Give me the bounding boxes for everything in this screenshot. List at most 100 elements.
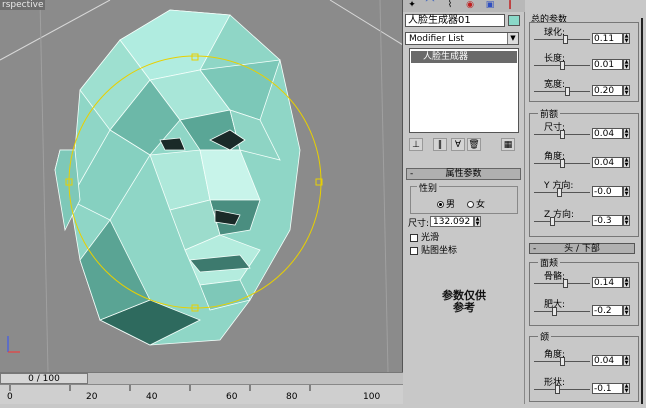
param-spinner[interactable]: ▲ ▼ — [623, 85, 630, 96]
modifier-list-dropdown[interactable]: Modifier List ▼ — [405, 32, 519, 45]
size-spinner[interactable]: ▲ ▼ — [474, 216, 481, 227]
ruler-tick-label: 0 — [7, 392, 13, 402]
param-label: Z 方向: — [544, 210, 575, 220]
param-spinner[interactable]: ▲ ▼ — [623, 157, 630, 168]
perspective-viewport[interactable]: rspective — [0, 0, 403, 372]
face-mesh — [54, 9, 301, 346]
pin-stack-icon[interactable]: ⊥ — [409, 138, 423, 151]
param-spinner[interactable]: ▲ ▼ — [623, 186, 630, 197]
param-spinner[interactable]: ▲ ▼ — [623, 355, 630, 366]
param-slider[interactable] — [534, 188, 590, 197]
slider-thumb[interactable] — [552, 307, 558, 316]
param-value-field[interactable]: 0.04 — [592, 128, 623, 139]
timeline-ruler[interactable]: 0 20 40 60 80 100 — [0, 384, 403, 404]
param-value-field[interactable]: 0.20 — [592, 85, 623, 96]
object-name-field[interactable]: 人脸生成器01 — [405, 14, 505, 27]
param-value-field[interactable]: 0.04 — [592, 355, 623, 366]
param-spinner[interactable]: ▲ ▼ — [623, 215, 630, 226]
slider-thumb[interactable] — [560, 61, 565, 70]
param-value-field[interactable]: 0.04 — [592, 157, 623, 168]
param-slider[interactable] — [534, 279, 590, 288]
param-slider[interactable] — [534, 217, 590, 226]
time-slider-bar[interactable]: 0 / 100 — [0, 372, 403, 384]
ruler-ticks — [9, 385, 311, 391]
param-value-field[interactable]: 0.14 — [592, 277, 623, 288]
motion-tab-icon[interactable]: ◉ — [463, 0, 477, 11]
head-lower-rollout-header[interactable]: - 头 / 下部 — [529, 243, 635, 254]
slider-thumb[interactable] — [562, 279, 568, 288]
smooth-checkbox[interactable]: 光滑 — [410, 230, 520, 243]
param-spinner[interactable]: ▲ ▼ — [623, 128, 630, 139]
time-slider-thumb[interactable]: 0 / 100 — [0, 373, 88, 384]
size-field[interactable]: 132.092 — [430, 216, 474, 227]
param-slider[interactable] — [534, 385, 590, 394]
forehead-title: 前额 — [538, 107, 561, 120]
param-value-field[interactable]: -0.3 — [592, 215, 623, 226]
stack-item[interactable]: 人脸生成器 — [411, 51, 517, 63]
ruler-tick-label: 40 — [146, 392, 158, 402]
map-coords-checkbox[interactable]: 贴图坐标 — [410, 243, 520, 256]
note-line: 参数仅供 参考 — [442, 289, 486, 314]
ruler-tick-label: 100 — [363, 392, 381, 402]
param-spinner[interactable]: ▲ ▼ — [623, 383, 630, 394]
panel-scrollbar[interactable] — [641, 18, 643, 404]
param-row: 长度: 0.01 ▲ ▼ — [530, 51, 640, 75]
cheek-group: 面颊 骨骼: 0.14 ▲ ▼ 肥大: -0.2 ▲ ▼ — [529, 256, 640, 326]
gender-female-radio[interactable]: 女 — [467, 197, 485, 210]
param-slider[interactable] — [534, 357, 590, 366]
param-value-field[interactable]: -0.0 — [592, 186, 623, 197]
note-text: 参数仅供 参考 — [409, 290, 519, 314]
smooth-label: 光滑 — [421, 233, 440, 243]
display-tab-icon[interactable]: ▣ — [483, 0, 497, 11]
gender-female-label: 女 — [476, 200, 486, 210]
param-slider[interactable] — [534, 87, 590, 96]
chin-group: 颌 角度: 0.04 ▲ ▼ 形状: -0.1 ▲ ▼ — [529, 330, 639, 402]
gender-group: 性别 男 女 — [410, 181, 518, 214]
object-color-swatch[interactable] — [508, 15, 520, 26]
gender-male-label: 男 — [446, 200, 456, 210]
command-panel: ✦ ⌒ ⌇ ◉ ▣ ❙ 人脸生成器01 Modifier List ▼ 人脸生成… — [403, 0, 525, 404]
param-slider[interactable] — [534, 307, 590, 316]
chevron-down-icon[interactable]: ▼ — [507, 33, 518, 44]
param-slider[interactable] — [534, 130, 590, 139]
gender-male-radio[interactable]: 男 — [437, 197, 455, 210]
head-lower-title: 头 / 下部 — [564, 244, 600, 254]
slider-thumb[interactable] — [562, 35, 568, 44]
modifier-stack[interactable]: 人脸生成器 — [409, 48, 519, 133]
make-unique-icon[interactable]: ∀ — [451, 138, 465, 151]
modifier-list-label: Modifier List — [409, 34, 464, 44]
param-slider[interactable] — [534, 159, 590, 168]
rollout-header[interactable]: - 属性参数 — [406, 168, 521, 180]
hierarchy-tab-icon[interactable]: ⌇ — [443, 0, 457, 11]
param-spinner[interactable]: ▲ ▼ — [623, 305, 630, 316]
slider-thumb[interactable] — [554, 385, 560, 394]
collapse-icon: - — [533, 244, 537, 254]
rollout-title: 属性参数 — [445, 169, 482, 179]
param-spinner[interactable]: ▲ ▼ — [623, 277, 630, 288]
modify-tab-icon[interactable]: ⌒ — [423, 0, 437, 11]
param-slider[interactable] — [534, 35, 590, 44]
param-value-field[interactable]: -0.1 — [592, 383, 623, 394]
param-row: 肥大: -0.2 ▲ ▼ — [530, 297, 640, 321]
remove-modifier-icon[interactable]: 🗑 — [467, 138, 481, 151]
slider-thumb[interactable] — [557, 188, 563, 197]
utilities-tab-icon[interactable]: ❙ — [503, 0, 517, 11]
ruler-tick-label: 80 — [286, 392, 298, 402]
viewport-label[interactable]: rspective — [0, 0, 46, 10]
configure-modifier-sets-icon[interactable]: ▦ — [501, 138, 515, 151]
create-tab-icon[interactable]: ✦ — [405, 0, 419, 11]
slider-thumb[interactable] — [549, 217, 555, 226]
param-spinner[interactable]: ▲ ▼ — [623, 59, 630, 70]
slider-thumb[interactable] — [560, 130, 565, 139]
param-value-field[interactable]: 0.01 — [592, 59, 623, 70]
show-end-result-icon[interactable]: ‖ — [433, 138, 447, 151]
slider-thumb[interactable] — [560, 357, 565, 366]
slider-thumb[interactable] — [565, 87, 571, 96]
slider-thumb[interactable] — [560, 159, 565, 168]
parameter-panel: 总的参数 球化: 0.11 ▲ ▼ 长度: 0.01 ▲ ▼ 宽度: 0.20 ▲ ▼ 前额 尺寸: 0… — [525, 0, 646, 404]
param-value-field[interactable]: 0.11 — [592, 33, 623, 44]
size-label: 尺寸: — [408, 219, 430, 229]
param-slider[interactable] — [534, 61, 590, 70]
param-value-field[interactable]: -0.2 — [592, 305, 623, 316]
param-spinner[interactable]: ▲ ▼ — [623, 33, 630, 44]
